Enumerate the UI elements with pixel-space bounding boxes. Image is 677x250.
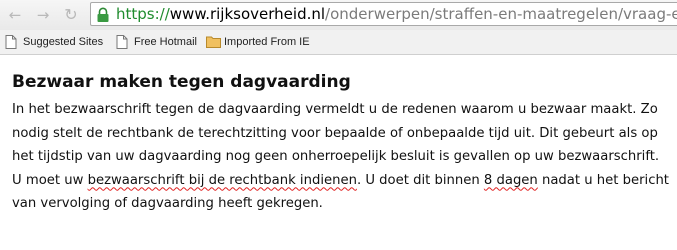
- body-line: U moet uw bezwaarschrift bij de rechtban…: [12, 173, 669, 188]
- forward-arrow-icon[interactable]: →: [33, 5, 53, 25]
- bookmark-label: Free Hotmail: [134, 36, 197, 48]
- article-body: In het bezwaarschrift tegen de dagvaardi…: [12, 98, 677, 216]
- url-text: https://www.rijksoverheid.nl/onderwerpen…: [116, 4, 677, 25]
- page-icon: [5, 35, 17, 49]
- browser-toolbar: ← → ↻ https://www.rijksoverheid.nl/onder…: [0, 0, 677, 30]
- url-scheme: https://: [116, 5, 170, 23]
- reload-icon[interactable]: ↻: [61, 5, 81, 25]
- url-host: www.rijksoverheid.nl: [169, 5, 326, 23]
- spellcheck-highlight[interactable]: bezwaarschrift bij de rechtbank indienen: [88, 173, 357, 188]
- bookmark-label: Suggested Sites: [23, 36, 104, 48]
- folder-icon: [206, 36, 221, 48]
- article: Bezwaar maken tegen dagvaarding In het b…: [12, 70, 677, 216]
- back-arrow-icon[interactable]: ←: [5, 5, 25, 25]
- article-heading: Bezwaar maken tegen dagvaarding: [12, 72, 351, 92]
- lock-icon: [97, 7, 109, 22]
- body-line: nodig stelt de rechtbank de terechtzitti…: [12, 125, 658, 141]
- body-text: U moet uw: [12, 172, 88, 188]
- body-line: van vervolging of dagvaarding heeft gekr…: [12, 196, 323, 211]
- body-line: het tijdstip van uw dagvaarding nog geen…: [12, 149, 660, 164]
- spellcheck-highlight[interactable]: 8 dagen: [484, 173, 538, 188]
- address-bar[interactable]: https://www.rijksoverheid.nl/onderwerpen…: [90, 2, 677, 26]
- body-text: . U doet dit binnen: [356, 172, 484, 188]
- bookmark-label: Imported From IE: [224, 36, 310, 48]
- url-path: /onderwerpen/straffen-en-maatregelen/vra…: [325, 5, 677, 23]
- bookmarks-bar: Suggested Sites Free Hotmail Imported Fr…: [0, 30, 677, 55]
- body-text: nadat u het bericht: [537, 172, 669, 188]
- body-line: In het bezwaarschrift tegen de dagvaardi…: [12, 102, 658, 117]
- page-icon: [116, 35, 128, 49]
